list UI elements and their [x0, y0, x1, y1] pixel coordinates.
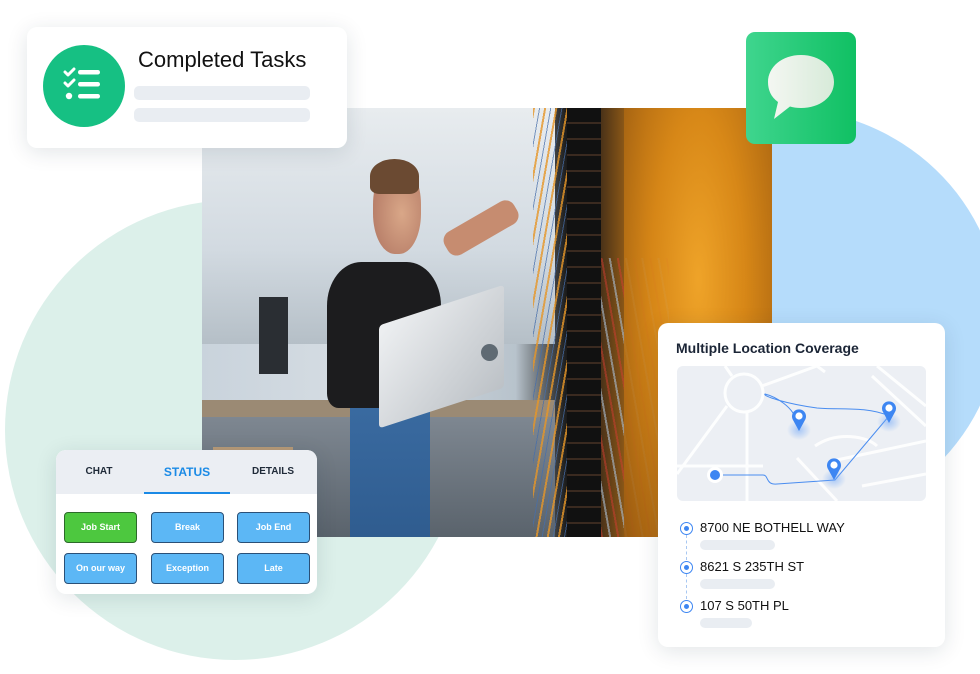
photo-server-rack — [566, 108, 601, 537]
on-our-way-button[interactable]: On our way — [64, 553, 137, 584]
location-item[interactable]: 107 S 50TH PL — [678, 594, 928, 633]
location-marker-icon — [680, 600, 693, 613]
location-address: 107 S 50TH PL — [700, 598, 789, 613]
tab-details[interactable]: DETAILS — [230, 450, 316, 494]
location-address: 8700 NE BOTHELL WAY — [700, 520, 845, 535]
location-address: 8621 S 235TH ST — [700, 559, 805, 574]
placeholder-line — [134, 108, 310, 122]
status-tab-bar: CHAT STATUS DETAILS — [56, 450, 317, 494]
job-start-button[interactable]: Job Start — [64, 512, 137, 543]
location-list: 8700 NE BOTHELL WAY 8621 S 235TH ST 107 … — [678, 516, 928, 633]
map-pin-icon — [822, 458, 846, 489]
tab-status[interactable]: STATUS — [144, 450, 230, 494]
location-card-title: Multiple Location Coverage — [676, 340, 859, 356]
location-item[interactable]: 8621 S 235TH ST — [678, 555, 928, 599]
tab-chat[interactable]: CHAT — [56, 450, 142, 494]
placeholder-line — [700, 579, 775, 589]
exception-button[interactable]: Exception — [151, 553, 224, 584]
late-button[interactable]: Late — [237, 553, 310, 584]
placeholder-line — [134, 86, 310, 100]
break-button[interactable]: Break — [151, 512, 224, 543]
location-coverage-card: Multiple Location Coverage 8700 NE BOTHE… — [658, 323, 945, 647]
location-marker-icon — [680, 522, 693, 535]
placeholder-line — [700, 618, 752, 628]
chat-bubble-icon — [768, 55, 834, 119]
job-end-button[interactable]: Job End — [237, 512, 310, 543]
photo-monitor — [259, 296, 288, 374]
route-map[interactable] — [677, 366, 926, 501]
photo-cables — [532, 108, 567, 537]
map-pin-icon — [787, 409, 811, 440]
placeholder-line — [700, 540, 775, 550]
location-item[interactable]: 8700 NE BOTHELL WAY — [678, 516, 928, 560]
location-marker-icon — [680, 561, 693, 574]
checklist-icon — [43, 45, 125, 127]
route-start-marker — [710, 470, 720, 480]
map-pin-icon — [877, 401, 901, 432]
completed-tasks-title: Completed Tasks — [138, 47, 307, 72]
photo-person-hair — [370, 159, 419, 194]
completed-tasks-card: Completed Tasks — [27, 27, 347, 148]
chat-app-tile[interactable] — [746, 32, 856, 144]
job-status-card: CHAT STATUS DETAILS Job Start Break Job … — [56, 450, 317, 594]
